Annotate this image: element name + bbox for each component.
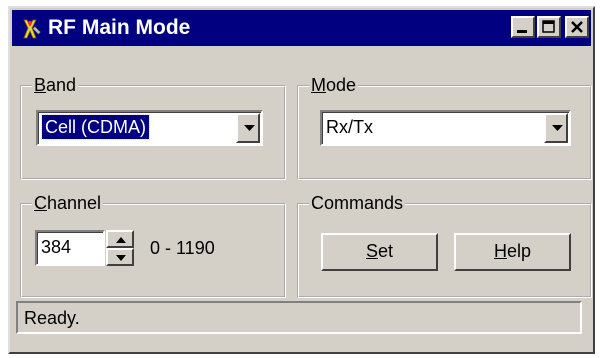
maximize-icon xyxy=(542,20,555,33)
window-title: RF Main Mode xyxy=(48,16,191,39)
channel-spin-down[interactable] xyxy=(106,248,134,266)
status-text: Ready. xyxy=(24,308,80,328)
mode-select[interactable]: Rx/Tx xyxy=(320,110,571,146)
chevron-down-icon xyxy=(552,125,563,131)
channel-range: 0 - 1190 xyxy=(150,238,215,258)
chevron-down-icon xyxy=(244,125,255,131)
band-selected-value: Cell (CDMA) xyxy=(41,114,150,140)
antenna-wrench-icon xyxy=(23,19,41,39)
commands-group: Commands Set Help xyxy=(297,192,592,298)
channel-group: Channel 384 0 - 1190 xyxy=(20,192,286,298)
mode-selected-value: Rx/Tx xyxy=(326,117,373,137)
mode-dropdown-button[interactable] xyxy=(544,113,568,143)
mode-label: Mode xyxy=(309,74,359,96)
channel-value: 384 xyxy=(41,237,72,257)
commands-label: Commands xyxy=(309,192,406,214)
channel-input[interactable]: 384 xyxy=(35,230,105,266)
minimize-icon xyxy=(517,30,527,33)
band-group: Band Cell (CDMA) xyxy=(20,74,286,180)
mode-group: Mode Rx/Tx xyxy=(297,74,592,180)
band-dropdown-button[interactable] xyxy=(236,113,260,143)
close-icon xyxy=(571,21,583,33)
channel-spin-up[interactable] xyxy=(106,230,134,248)
minimize-button[interactable] xyxy=(511,16,535,38)
maximize-button[interactable] xyxy=(537,16,561,38)
set-button[interactable]: Set xyxy=(321,233,438,271)
help-button[interactable]: Help xyxy=(454,233,571,271)
channel-label: Channel xyxy=(32,192,104,214)
title-bar[interactable]: RF Main Mode xyxy=(12,10,591,46)
close-button[interactable] xyxy=(565,16,589,38)
status-bar: Ready. xyxy=(16,301,582,334)
band-select[interactable]: Cell (CDMA) xyxy=(36,110,263,146)
arrow-down-icon xyxy=(116,255,126,261)
arrow-up-icon xyxy=(116,237,126,243)
band-label: Band xyxy=(32,74,79,96)
